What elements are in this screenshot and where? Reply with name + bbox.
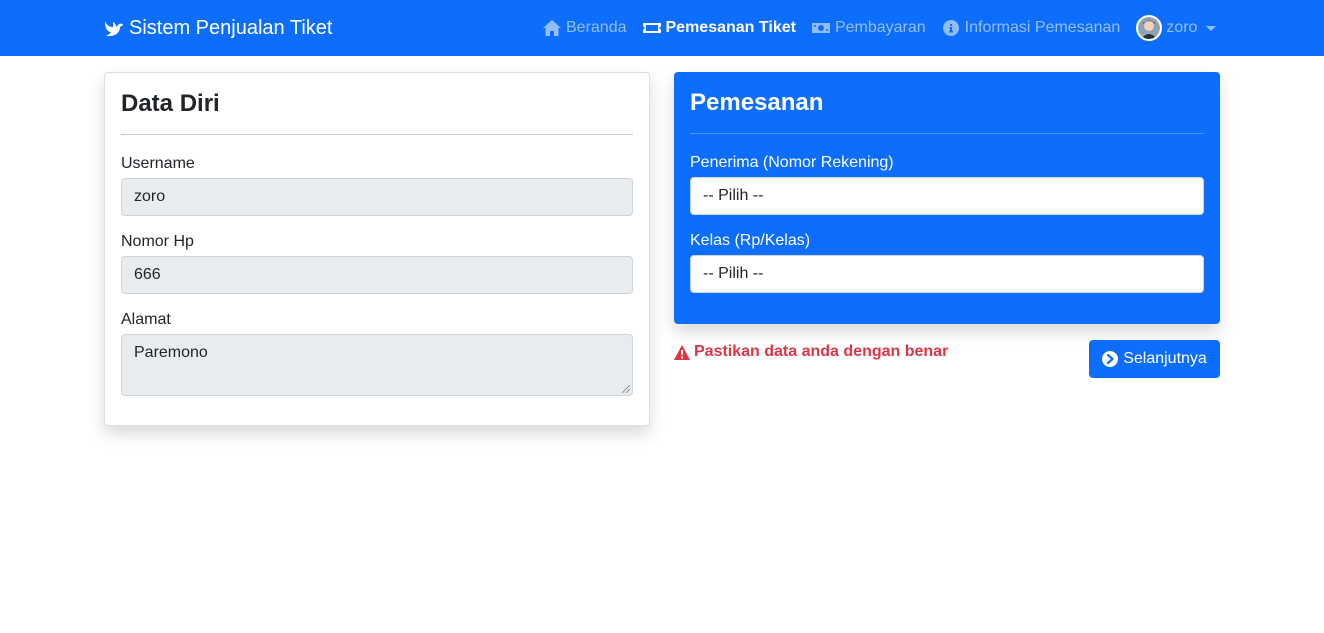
- nav-item-label: Pembayaran: [834, 19, 926, 36]
- home-icon: [543, 20, 561, 36]
- next-button[interactable]: Selanjutnya: [1089, 340, 1220, 378]
- nav-menu: Beranda Pemesanan Tiket Pembayaran Infor…: [543, 0, 1217, 56]
- navbar: Sistem Penjualan Tiket Beranda Pemesanan…: [0, 0, 1324, 56]
- class-label: Kelas (Rp/Kelas): [690, 232, 811, 249]
- data-diri-card: Data Diri Username zoro Nomor Hp 666 Ala…: [104, 72, 650, 426]
- nav-item-informasi-pemesanan[interactable]: Informasi Pemesanan: [942, 19, 1121, 37]
- nav-item-pembayaran[interactable]: Pembayaran: [811, 19, 926, 37]
- username-field[interactable]: zoro: [121, 178, 633, 216]
- address-label: Alamat: [121, 311, 171, 328]
- address-textarea[interactable]: Paremono: [121, 334, 633, 396]
- phone-label: Nomor Hp: [121, 233, 194, 250]
- next-button-label: Selanjutnya: [1123, 350, 1207, 367]
- user-dropdown[interactable]: zoro: [1136, 15, 1217, 41]
- ticket-icon: [642, 23, 661, 33]
- divider: [121, 134, 633, 135]
- dove-icon: [105, 21, 123, 36]
- money-icon: [811, 23, 830, 33]
- pemesanan-card: Pemesanan Penerima (Nomor Rekening) -- P…: [674, 72, 1220, 324]
- nav-item-label: Informasi Pemesanan: [964, 19, 1121, 36]
- address-value: Paremono: [134, 344, 208, 361]
- nav-item-beranda[interactable]: Beranda: [543, 19, 627, 37]
- recipient-select[interactable]: -- Pilih --: [690, 177, 1204, 215]
- divider: [690, 133, 1204, 134]
- recipient-label: Penerima (Nomor Rekening): [690, 154, 894, 171]
- brand-title: Sistem Penjualan Tiket: [129, 16, 333, 39]
- nav-item-pemesanan-tiket[interactable]: Pemesanan Tiket: [642, 19, 796, 37]
- chevron-circle-right-icon: [1102, 351, 1119, 367]
- username-label: Username: [121, 155, 195, 172]
- warning-text: Pastikan data anda dengan benar: [694, 343, 949, 360]
- pemesanan-title: Pemesanan: [690, 89, 824, 116]
- brand-link[interactable]: Sistem Penjualan Tiket: [104, 14, 332, 42]
- user-avatar-icon: [1138, 17, 1161, 39]
- resize-handle[interactable]: [622, 385, 630, 393]
- avatar: [1136, 15, 1163, 41]
- warning-triangle-icon: [674, 344, 690, 360]
- user-name: zoro: [1166, 19, 1198, 36]
- data-diri-title: Data Diri: [121, 90, 220, 117]
- info-icon: [942, 20, 959, 36]
- phone-field[interactable]: 666: [121, 256, 633, 294]
- warning-message: Pastikan data anda dengan benar: [674, 342, 948, 362]
- class-select[interactable]: -- Pilih --: [690, 255, 1204, 293]
- caret-down-icon: [1206, 25, 1217, 31]
- nav-item-label: Beranda: [566, 19, 627, 36]
- nav-item-label: Pemesanan Tiket: [665, 19, 796, 36]
